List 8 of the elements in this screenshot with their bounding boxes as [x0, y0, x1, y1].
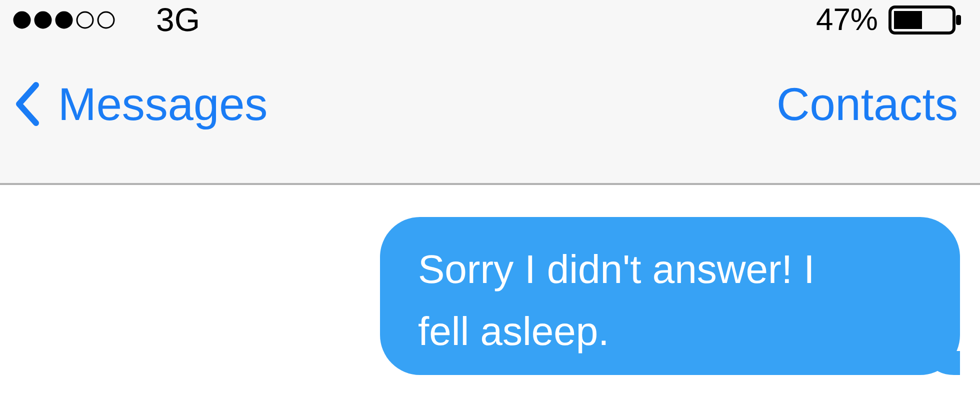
- back-chevron-icon: [14, 82, 40, 126]
- message-bubble: Sorry I didn't answer! I fell asleep.: [380, 217, 960, 375]
- battery-percentage: 47%: [816, 2, 878, 38]
- network-type: 3G: [156, 1, 200, 39]
- battery-icon: [888, 5, 964, 35]
- contacts-button[interactable]: Contacts: [776, 76, 958, 130]
- back-button[interactable]: Messages: [14, 76, 268, 130]
- signal-icon: [12, 10, 116, 30]
